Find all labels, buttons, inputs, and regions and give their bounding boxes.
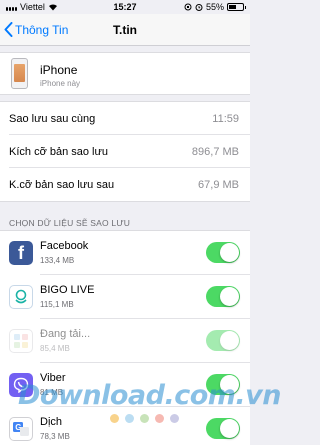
list-item-translate: G Dịch 78,3 MB	[0, 407, 250, 445]
app-name: BIGO LIVE	[40, 284, 95, 296]
info-row-last-backup: Sao lưu sau cùng 11:59	[0, 102, 250, 135]
bigo-live-icon	[9, 285, 33, 309]
device-subtitle: iPhone này	[40, 79, 81, 88]
backup-toggle-viber[interactable]	[206, 374, 240, 395]
loading-app-icon	[9, 329, 33, 353]
device-name: iPhone	[40, 63, 78, 77]
backup-toggle-bigo-live[interactable]	[206, 286, 240, 307]
list-item-viber: Viber 81 MB	[0, 363, 250, 407]
viber-icon	[9, 373, 33, 397]
status-time: 15:27	[113, 2, 137, 12]
app-name: Facebook	[40, 240, 89, 252]
app-size: 115,1 MB	[40, 300, 74, 309]
section-header: CHỌN DỮ LIỆU SẼ SAO LƯU	[9, 218, 131, 228]
page-title: T.tin	[113, 23, 137, 37]
battery-icon	[227, 3, 246, 11]
app-name: Dịch	[40, 416, 63, 428]
device-cell: iPhone iPhone này	[0, 52, 250, 95]
info-row-label: K.cỡ bản sao lưu sau	[9, 179, 115, 191]
navigation-bar: Thông Tin T.tin	[0, 14, 250, 46]
backup-toggle-facebook[interactable]	[206, 242, 240, 263]
facebook-icon: f	[9, 241, 33, 265]
backup-toggle-translate[interactable]	[206, 418, 240, 439]
backup-info-group: Sao lưu sau cùng 11:59 Kích cỡ bản sao l…	[0, 101, 250, 202]
iphone-device-icon	[11, 58, 28, 89]
info-row-next-backup-size: K.cỡ bản sao lưu sau 67,9 MB	[0, 168, 250, 201]
list-item-facebook: f Facebook 133,4 MB	[0, 231, 250, 275]
app-name: Viber	[40, 372, 66, 384]
info-row-value: 67,9 MB	[198, 179, 239, 191]
list-item-loading: Đang tải... 85,4 MB	[0, 319, 250, 363]
info-row-label: Sao lưu sau cùng	[9, 113, 96, 125]
app-size: 78,3 MB	[40, 432, 70, 441]
app-size: 133,4 MB	[40, 256, 75, 265]
app-size: 85,4 MB	[40, 344, 70, 353]
status-bar: Viettel 15:27 55%	[0, 0, 250, 14]
translate-icon: G	[9, 417, 33, 441]
info-row-backup-size: Kích cỡ bản sao lưu 896,7 MB	[0, 135, 250, 168]
info-row-label: Kích cỡ bản sao lưu	[9, 146, 108, 158]
backup-toggle-loading[interactable]	[206, 330, 240, 351]
backup-apps-list: f Facebook 133,4 MB BIGO LIVE 115,1 MB Đ…	[0, 230, 250, 445]
info-row-value: 11:59	[212, 113, 239, 125]
app-name: Đang tải...	[40, 328, 91, 340]
app-size: 81 MB	[40, 388, 64, 397]
list-item-bigo-live: BIGO LIVE 115,1 MB	[0, 275, 250, 319]
info-row-value: 896,7 MB	[191, 146, 239, 158]
